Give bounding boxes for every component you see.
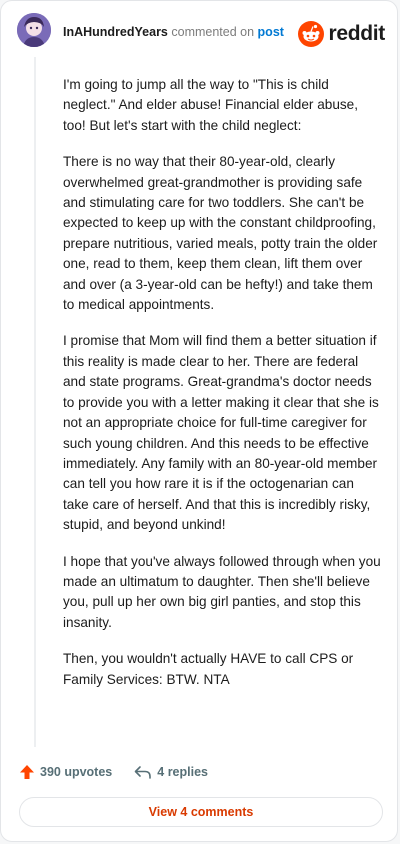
comment-header: InAHundredYears commented on post reddit <box>1 1 399 65</box>
view-comments-button[interactable]: View 4 comments <box>19 797 383 827</box>
upvote-count: 390 upvotes <box>40 765 113 779</box>
comment-card: InAHundredYears commented on post reddit… <box>0 0 398 842</box>
comment-paragraph: Then, you wouldn't actually HAVE to call… <box>63 651 354 687</box>
avatar[interactable] <box>17 13 51 47</box>
brand-wordmark: reddit <box>328 22 385 45</box>
comment-actions: 390 upvotes 4 replies <box>19 761 208 783</box>
action-text: commented on <box>171 25 255 39</box>
post-link[interactable]: post <box>258 25 284 39</box>
reddit-brand[interactable]: reddit <box>298 19 385 49</box>
avatar-image <box>17 13 51 47</box>
upvote-arrow-icon <box>20 765 34 779</box>
thread-line <box>34 57 36 747</box>
replies-count: 4 replies <box>157 765 208 779</box>
reply-arrow-icon <box>134 766 152 779</box>
reddit-snoo-icon <box>298 21 325 47</box>
comment-meta: InAHundredYears commented on post <box>63 25 284 39</box>
comment-paragraph: I hope that you've always followed throu… <box>63 553 381 630</box>
comment-paragraph: I promise that Mom will find them a bett… <box>63 333 379 533</box>
upvote-button[interactable]: 390 upvotes <box>19 764 112 780</box>
replies-button[interactable]: 4 replies <box>134 764 208 780</box>
username-link[interactable]: InAHundredYears <box>63 25 168 39</box>
comment-body: I'm going to jump all the way to "This i… <box>63 75 381 706</box>
comment-paragraph: There is no way that their 80-year-old, … <box>63 154 378 313</box>
comment-paragraph: I'm going to jump all the way to "This i… <box>63 77 359 133</box>
